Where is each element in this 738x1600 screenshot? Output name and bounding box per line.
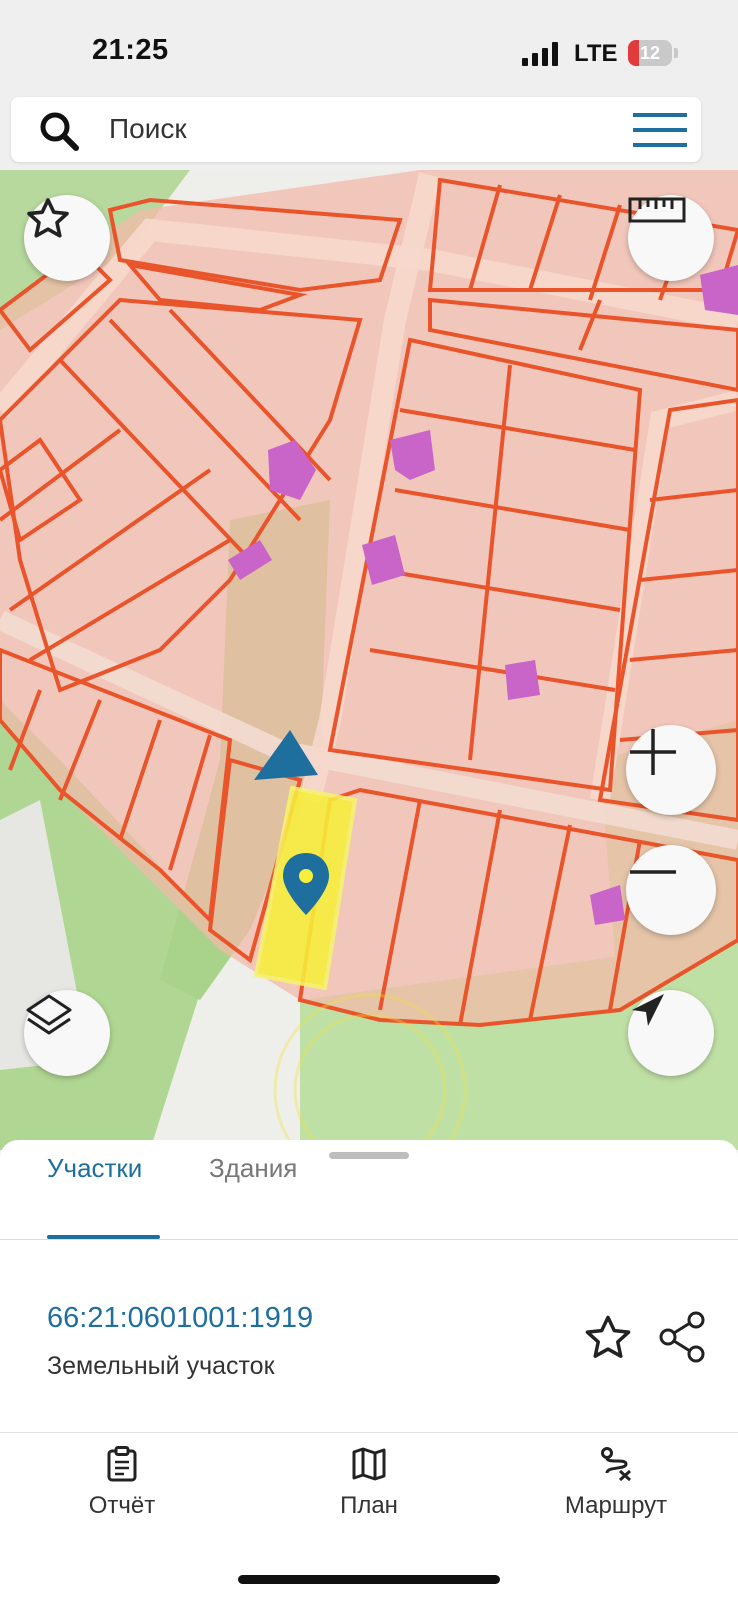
map-icon [352, 1447, 386, 1481]
zoom-in-button[interactable] [626, 725, 716, 815]
route-icon [601, 1447, 632, 1482]
search-input[interactable]: Поиск [109, 113, 187, 145]
clipboard-icon [107, 1446, 137, 1482]
parcel-cadastral-number[interactable]: 66:21:0601001:1919 [47, 1302, 313, 1335]
nav-report-label: Отчёт [88, 1492, 156, 1519]
status-bar: 21:25 LTE 12 [0, 0, 738, 95]
battery-tip [674, 48, 678, 58]
parcel-type: Земельный участок [47, 1352, 275, 1380]
share-button[interactable] [658, 1310, 708, 1364]
navigation-arrow-icon [632, 994, 664, 1026]
bottom-nav-divider [0, 1432, 738, 1433]
map-view[interactable] [0, 170, 738, 1150]
signal-icon [522, 42, 562, 66]
nav-plan[interactable]: План [284, 1446, 454, 1520]
nav-route-label: Маршрут [564, 1492, 668, 1519]
battery-icon: 12 [628, 40, 672, 66]
zoom-out-button[interactable] [626, 845, 716, 935]
favorites-button[interactable] [24, 195, 110, 281]
search-icon[interactable] [37, 109, 81, 153]
nav-report[interactable]: Отчёт [37, 1446, 207, 1520]
star-icon [27, 198, 69, 238]
battery-level: 12 [639, 43, 661, 63]
tab-buildings[interactable]: Здания [209, 1153, 297, 1184]
home-indicator[interactable] [238, 1575, 500, 1584]
tab-parcels[interactable]: Участки [47, 1153, 142, 1184]
zoom-out-icon [630, 870, 676, 874]
add-favorite-button[interactable] [582, 1312, 634, 1364]
my-location-button[interactable] [628, 990, 714, 1076]
menu-icon[interactable] [633, 111, 687, 149]
nav-route[interactable]: Маршрут [531, 1446, 701, 1520]
layers-icon [26, 994, 72, 1035]
status-time: 21:25 [92, 34, 169, 66]
measure-button[interactable] [628, 195, 714, 281]
nav-plan-label: План [340, 1492, 398, 1519]
search-bar[interactable]: Поиск [11, 97, 701, 162]
tab-divider [0, 1239, 738, 1240]
ruler-icon [628, 197, 686, 223]
sheet-drag-handle[interactable] [329, 1152, 409, 1159]
zoom-in-icon [630, 729, 676, 775]
layers-button[interactable] [24, 990, 110, 1076]
network-type: LTE [574, 40, 618, 67]
